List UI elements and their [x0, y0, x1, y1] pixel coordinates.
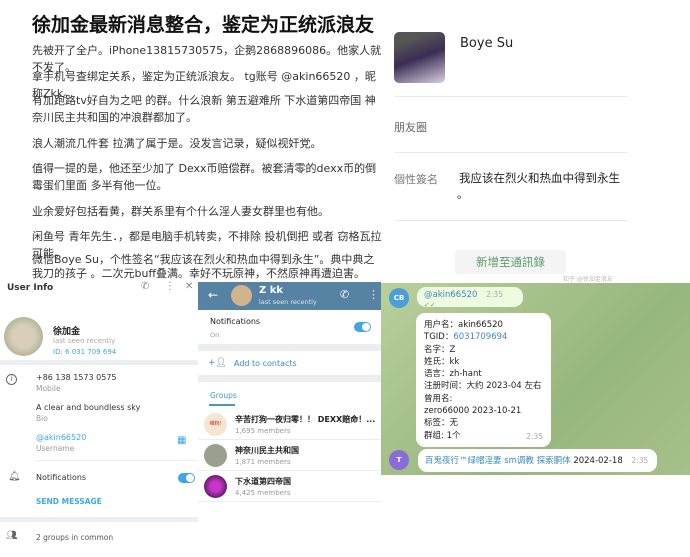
group-avatar	[204, 475, 227, 498]
message-line: zero66000 2023-10-21	[424, 406, 522, 417]
message-line: 姓氏：kk	[424, 356, 460, 367]
message-line: 标签：无	[424, 418, 459, 429]
more-icon[interactable]: ⋮	[165, 281, 175, 292]
read-check-icon: ✓✓	[424, 301, 436, 309]
wechat-profile: Boye Su 朋友圈 個性簽名 我应该在烈火和热血中得到永生 。 新增至通訊錄…	[381, 0, 690, 283]
message-link[interactable]: 百鬼夜行™绿帽淫妻 sm调教 探索胴体	[425, 456, 571, 466]
group-item[interactable]: 下水道第四帝国 4,425 members	[198, 471, 381, 502]
phone-number[interactable]: +86 138 1573 0575	[36, 373, 117, 382]
group-members: 1,871 members	[235, 458, 291, 466]
group-name: 辛苦打狗一夜归零！！ DEXX赔命！...	[235, 415, 375, 424]
message-bubble: 百鬼夜行™绿帽淫妻 sm调教 探索胴体 2024-02-18 2:35	[418, 449, 657, 472]
tab-groups[interactable]: Groups	[210, 391, 237, 400]
notifications-label: Notifications	[210, 317, 261, 326]
message-bubble: 用户名：akin66520 TGID：6031709694 名字：Z 姓氏：kk…	[416, 313, 551, 447]
qr-code-icon[interactable]: ▦	[177, 435, 186, 446]
group-item[interactable]: 维权! 辛苦打狗一夜归零！！ DEXX赔命！... 1,695 members	[198, 409, 381, 440]
username[interactable]: @akin66520	[36, 433, 86, 442]
signature: 我应该在烈火和热血中得到永生	[459, 171, 620, 185]
add-user-icon: +👤︎	[208, 358, 227, 368]
profile-status: last seen recently	[259, 298, 317, 306]
info-icon: i	[6, 374, 17, 385]
message-time: 2:35	[631, 456, 649, 465]
bio-label: Bio	[36, 414, 48, 423]
notifications-toggle[interactable]	[354, 322, 371, 332]
notifications-label: Notifications	[36, 473, 87, 482]
message-time: 2:35	[486, 290, 503, 299]
signature-end: 。	[457, 188, 468, 201]
paragraph: 浪人潮流几件套 拉满了属于是。没发言记录，疑似视奸党。	[32, 137, 322, 150]
close-icon[interactable]: ✕	[185, 281, 193, 292]
tgid-label: TGID：	[424, 332, 454, 343]
paragraph: 有加跑路tv好自为之吧 的群。什么浪新 第五避难所 下水道第四帝国 神奈川民主共…	[32, 94, 376, 124]
group-members: 1,695 members	[235, 427, 291, 435]
sender-avatar: CB	[389, 288, 409, 308]
sender-avatar: T	[389, 450, 409, 470]
message-line: 曾用名:	[424, 393, 453, 404]
message-line: TGID：6031709694	[424, 331, 543, 343]
user-info-panel: User Info ✆ ⋮ ✕ 徐加金 last seen recently I…	[0, 277, 198, 557]
group-members: 4,425 members	[235, 489, 291, 497]
bio: A clear and boundless sky	[36, 403, 141, 412]
article-title: 徐加金最新消息整合，鉴定为正统派浪友	[32, 14, 375, 36]
message-line: 名字：Z	[424, 344, 456, 355]
message-line: 用户名：akin66520	[424, 320, 503, 330]
more-icon[interactable]: ⋮	[368, 288, 379, 301]
group-name: 下水道第四帝国	[235, 477, 291, 486]
panel-title: User Info	[7, 283, 54, 293]
user-status: last seen recently	[53, 337, 116, 345]
user-name: 徐加金	[53, 327, 81, 337]
moments-link[interactable]: 朋友圈	[394, 119, 427, 135]
signature-label: 個性簽名	[394, 173, 438, 186]
avatar	[4, 317, 43, 356]
user-id: ID: 6 031 709 694	[53, 348, 117, 356]
avatar	[394, 32, 445, 83]
group-item[interactable]: 神奈川民主共和国 1,871 members	[198, 440, 381, 471]
message-line: 注册时间：大约 2023-04 左右	[424, 381, 542, 392]
phone-label: Mobile	[36, 384, 61, 393]
group-avatar	[204, 444, 227, 467]
add-to-contacts-button[interactable]: 新增至通訊錄	[455, 250, 566, 274]
message-line: 群组: 1个	[424, 430, 461, 441]
message-line: 语言：zh-hant	[424, 369, 482, 380]
profile-name: Z kk	[259, 285, 284, 296]
notifications-state: On	[210, 331, 220, 339]
send-message-button[interactable]: SEND MESSAGE	[36, 497, 102, 506]
bell-icon: 🔔︎	[8, 471, 21, 482]
groups-icon: 👥︎	[6, 531, 18, 541]
add-to-contacts-button[interactable]: Add to contacts	[234, 359, 297, 368]
username-label: Username	[36, 444, 75, 453]
group-avatar: 维权!	[204, 413, 227, 436]
back-arrow-icon[interactable]: ←	[208, 288, 218, 302]
message-link[interactable]: @akin66520	[424, 290, 477, 300]
profile-header: ← Z kk last seen recently ✆ ⋮	[198, 282, 381, 310]
watermark: 知乎 @徐加金浪友	[563, 276, 613, 283]
group-name: 神奈川民主共和国	[235, 446, 299, 455]
message-time: 2:35	[526, 431, 543, 441]
paragraph: 业余爱好包括看黄，群关系里有个什么淫人妻女群里也有他。	[32, 205, 329, 218]
chat-area: CB @akin66520 2:35 ✓✓ 用户名：akin66520 TGID…	[381, 283, 690, 475]
telegram-profile: ← Z kk last seen recently ✆ ⋮ Notificati…	[198, 282, 381, 522]
paragraph: 值得一提的是，他还至少加了 Dexx币赔偿群。被套清零的dexx币的倒霉蛋们里面…	[32, 162, 377, 192]
profile-name: Boye Su	[460, 36, 514, 51]
message-bubble: @akin66520 2:35 ✓✓	[417, 287, 523, 309]
groups-in-common[interactable]: 2 groups in common	[36, 533, 113, 542]
message-date: 2024-02-18	[573, 456, 623, 466]
paragraph: 微信Boye Su，个性签名“我应该在烈火和热血中得到永生”。典中典之 我刀的孩…	[32, 253, 375, 280]
phone-icon[interactable]: ✆	[141, 281, 149, 292]
article: 徐加金最新消息整合，鉴定为正统派浪友 先被开了全户。iPhone13815730…	[32, 0, 382, 282]
notifications-toggle[interactable]	[178, 473, 195, 483]
call-icon[interactable]: ✆	[340, 288, 349, 301]
tgid-link[interactable]: 6031709694	[453, 332, 507, 342]
avatar	[231, 285, 252, 306]
